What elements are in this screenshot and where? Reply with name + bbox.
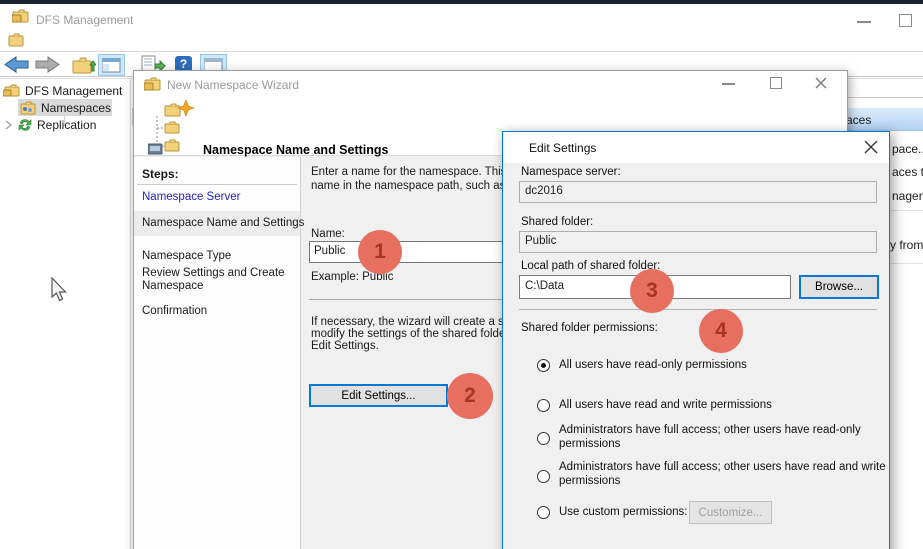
radio-read-write[interactable]: [537, 399, 550, 412]
namespace-server-label: Namespace server:: [521, 166, 621, 178]
shared-folder-field: Public: [519, 231, 877, 253]
step-confirmation: Confirmation: [142, 305, 207, 317]
annotation-badge-2: 2: [447, 373, 493, 419]
actions-separator-2: [891, 263, 923, 264]
action-item-fragment[interactable]: pace...: [892, 142, 923, 156]
show-console-tree-icon[interactable]: [98, 54, 125, 76]
wizard-note-line3: Edit Settings.: [311, 339, 379, 353]
radio-admin-full-users-read-label[interactable]: Administrators have full access; other u…: [559, 424, 911, 451]
back-icon[interactable]: [4, 56, 30, 73]
namespaces-icon: [20, 101, 37, 115]
menu-bar: File Action View Window Help: [0, 30, 923, 52]
name-label: Name:: [311, 227, 345, 241]
wizard-namespace-icon: [148, 100, 200, 155]
annotation-badge-1: 1: [358, 230, 402, 274]
step-review-settings: Review Settings and Create Namespace: [142, 267, 294, 292]
radio-admin-full-users-read[interactable]: [537, 432, 550, 445]
tree-item-namespaces[interactable]: Namespaces: [18, 99, 112, 116]
window-title: DFS Management: [36, 13, 133, 27]
tree-namespaces-label: Namespaces: [41, 101, 111, 115]
radio-admin-full-users-rw-label[interactable]: Administrators have full access; other u…: [559, 461, 911, 488]
steps-underline: [137, 184, 297, 185]
maximize-button[interactable]: [899, 14, 912, 27]
actions-pane-header: aces: [836, 108, 923, 131]
main-titlebar[interactable]: DFS Management: [0, 4, 923, 30]
wizard-minimize-button[interactable]: [722, 83, 735, 85]
wizard-maximize-button[interactable]: [770, 77, 782, 89]
browse-button[interactable]: Browse...: [799, 275, 879, 299]
dfs-management-screen: DFS Management File Action View Window H…: [0, 0, 923, 549]
actions-separator: [891, 210, 923, 211]
radio-admin-full-users-rw[interactable]: [537, 470, 550, 483]
dfs-app-icon: [12, 8, 30, 24]
wizard-title: New Namespace Wizard: [167, 78, 299, 92]
edit-settings-titlebar[interactable]: Edit Settings: [503, 132, 889, 163]
radio-custom-permissions-label[interactable]: Use custom permissions:: [559, 506, 687, 520]
wizard-heading: Namespace Name and Settings: [203, 143, 389, 157]
edit-settings-dialog: Edit Settings Namespace server: dc2016 S…: [502, 131, 890, 549]
edit-settings-title: Edit Settings: [529, 141, 596, 155]
radio-read-only[interactable]: [537, 359, 550, 372]
wizard-app-icon: [144, 76, 162, 92]
step-namespace-server[interactable]: Namespace Server: [142, 191, 240, 203]
namespace-server-field: dc2016: [519, 181, 877, 203]
step-namespace-name-settings: Namespace Name and Settings: [142, 217, 304, 229]
wizard-intro-line2: name in the namespace path, such as \\: [311, 179, 515, 193]
annotation-badge-3: 3: [630, 269, 674, 313]
local-path-label: Local path of shared folder:: [521, 260, 660, 272]
console-tree: DFS Management Namespaces Replication: [0, 82, 129, 133]
tree-item-dfs-management[interactable]: DFS Management: [0, 82, 129, 99]
steps-label: Steps:: [142, 167, 179, 181]
shared-folder-label: Shared folder:: [521, 216, 593, 228]
action-item-fragment[interactable]: y from: [890, 238, 923, 252]
step-namespace-type: Namespace Type: [142, 250, 231, 262]
tree-replication-label: Replication: [37, 118, 96, 132]
radio-read-write-label[interactable]: All users have read and write permission…: [559, 399, 772, 413]
mouse-cursor: [50, 277, 70, 304]
minimize-button[interactable]: [857, 21, 871, 23]
radio-read-only-label[interactable]: All users have read-only permissions: [559, 359, 747, 373]
expander-chevron-icon[interactable]: [4, 120, 13, 130]
wizard-steps-divider: [300, 157, 301, 549]
permissions-label: Shared folder permissions:: [521, 322, 658, 334]
radio-custom-permissions[interactable]: [537, 506, 550, 519]
tree-root-label: DFS Management: [25, 84, 122, 98]
dfs-root-icon: [3, 83, 21, 98]
actions-pane-border: [848, 97, 923, 98]
annotation-badge-4: 4: [699, 309, 743, 353]
console-window-icon[interactable]: [8, 33, 25, 48]
up-folder-icon[interactable]: [72, 55, 96, 74]
action-item-fragment[interactable]: nagen: [892, 189, 923, 203]
edit-settings-button[interactable]: Edit Settings...: [309, 384, 448, 407]
customize-button: Customize...: [689, 501, 772, 524]
pane-splitter[interactable]: [130, 79, 131, 549]
edit-settings-separator: [519, 309, 877, 310]
wizard-close-icon[interactable]: [815, 77, 827, 89]
action-item-fragment[interactable]: aces t: [892, 165, 923, 179]
tree-item-replication[interactable]: Replication: [0, 116, 129, 133]
actions-header-fragment: aces: [846, 113, 871, 127]
forward-icon[interactable]: [34, 56, 60, 73]
wizard-titlebar[interactable]: New Namespace Wizard: [134, 71, 847, 97]
replication-icon: [17, 118, 33, 132]
wizard-intro-line1: Enter a name for the namespace. This na: [311, 165, 522, 179]
edit-settings-close-icon[interactable]: [864, 140, 878, 154]
